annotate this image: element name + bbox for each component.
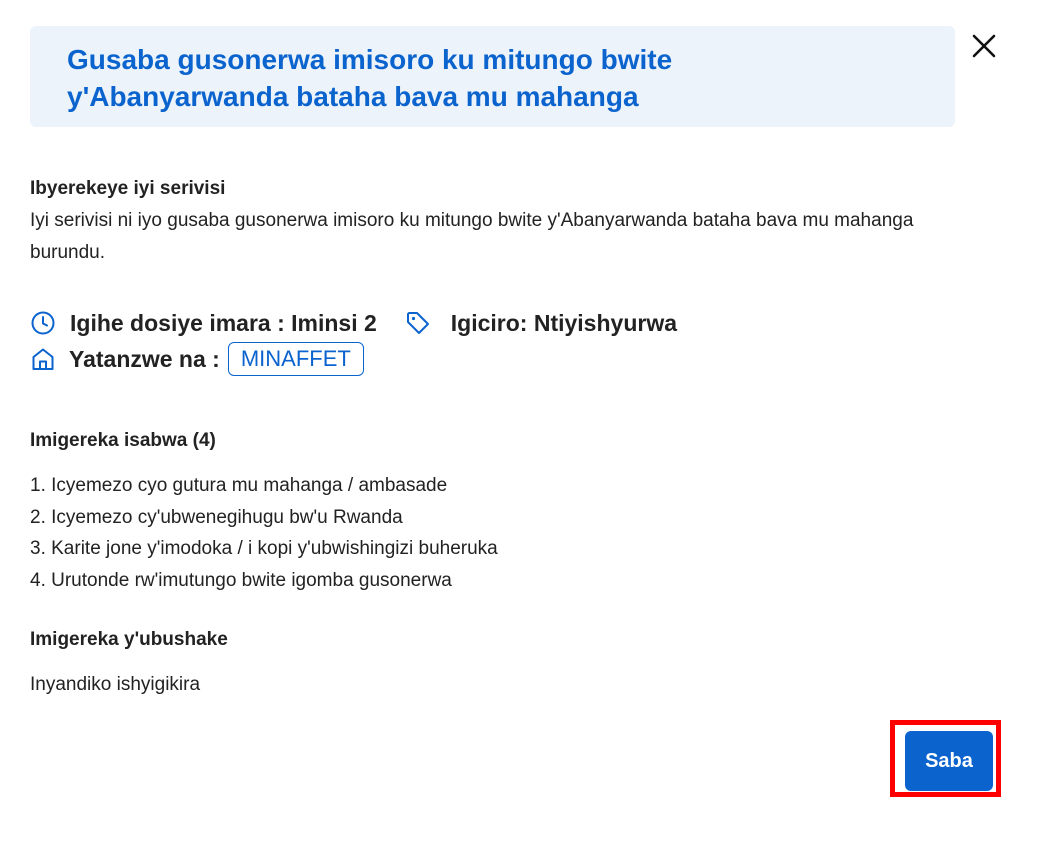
processing-time: Igihe dosiye imara : Iminsi 2 — [70, 309, 377, 336]
provider-label: Yatanzwe na : — [69, 345, 220, 372]
meta-provider: Yatanzwe na : MINAFFET — [30, 342, 364, 376]
list-item: 1. Icyemezo cyo gutura mu mahanga / amba… — [30, 475, 448, 496]
close-icon — [972, 34, 996, 58]
dialog-title: Gusaba gusonerwa imisoro ku mitungo bwit… — [67, 44, 673, 112]
home-icon — [32, 348, 54, 370]
meta-duration-price: Igihe dosiye imara : Iminsi 2 Igiciro: N… — [30, 306, 677, 340]
required-docs-heading: Imigereka isabwa (4) — [30, 430, 216, 451]
list-item: 3. Karite jone y'imodoka / i kopi y'ubwi… — [30, 538, 498, 559]
description-heading: Ibyerekeye iyi serivisi — [30, 178, 226, 199]
required-docs-list: 1. Icyemezo cyo gutura mu mahanga / amba… — [30, 470, 498, 596]
close-button[interactable] — [968, 30, 1000, 62]
tag-icon — [406, 312, 429, 334]
list-item: 4. Urutonde rw'imutungo bwite igomba gus… — [30, 569, 452, 591]
list-item: 2. Icyemezo cy'ubwenegihugu bw'u Rwanda — [30, 506, 403, 528]
clock-icon — [31, 311, 55, 335]
optional-docs-heading: Imigereka y'ubushake — [30, 629, 228, 650]
provider-badge[interactable]: MINAFFET — [227, 342, 364, 376]
service-price: Igiciro: Ntiyishyurwa — [450, 309, 677, 336]
apply-button[interactable]: Saba — [905, 731, 993, 791]
optional-docs-text: Inyandiko ishyigikira — [30, 674, 201, 695]
dialog-header: Gusaba gusonerwa imisoro ku mitungo bwit… — [30, 26, 955, 127]
description-text: Iyi serivisi ni iyo gusaba gusonerwa imi… — [30, 210, 914, 263]
